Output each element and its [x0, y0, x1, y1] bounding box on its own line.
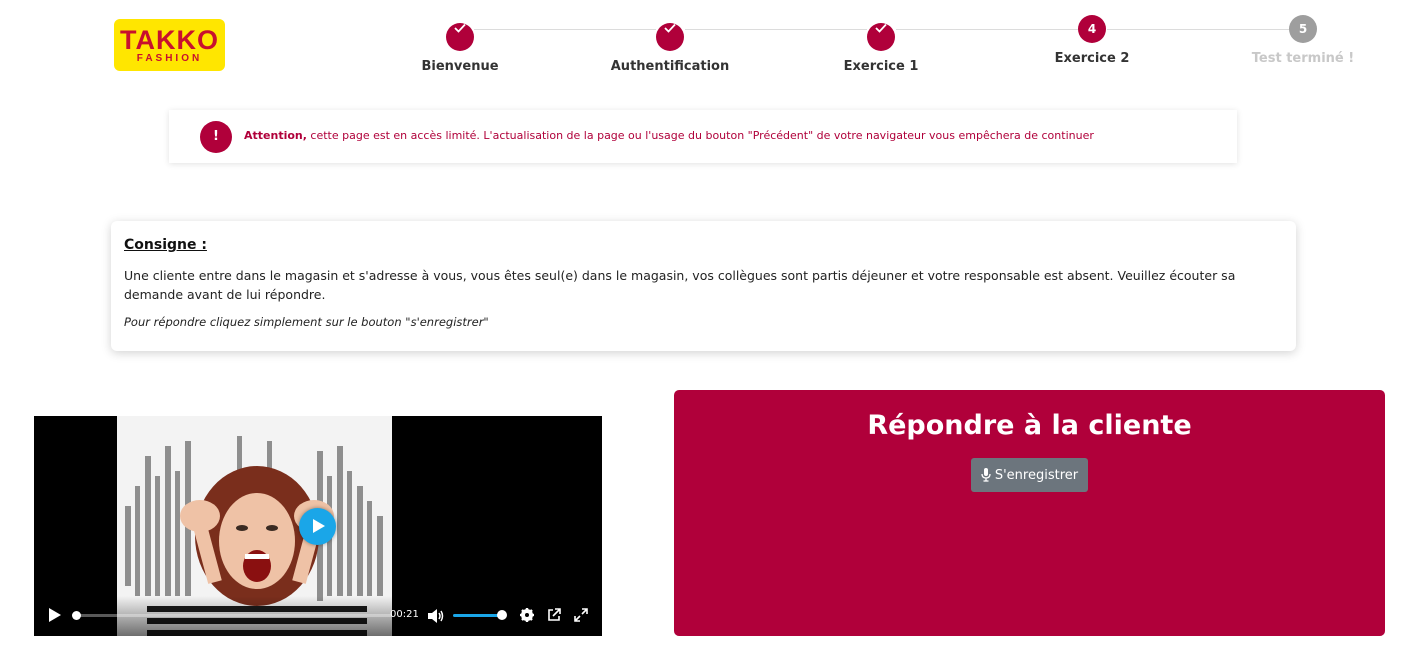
progress-bar[interactable] — [76, 614, 392, 617]
alert-strong: Attention, — [244, 129, 307, 142]
progress-handle[interactable] — [72, 611, 81, 620]
volume-handle[interactable] — [497, 610, 507, 620]
warning-alert: ! Attention, cette page est en accès lim… — [169, 110, 1237, 163]
alert-text: cette page est en accès limité. L'actual… — [306, 129, 1094, 142]
record-button[interactable]: S'enregistrer — [970, 458, 1089, 492]
video-time: 00:21 — [390, 609, 419, 620]
volume-icon[interactable] — [428, 609, 444, 623]
answer-title: Répondre à la cliente — [867, 410, 1192, 441]
play-overlay-button[interactable] — [299, 508, 336, 545]
record-label: S'enregistrer — [994, 467, 1079, 483]
answer-panel: Répondre à la cliente S'enregistrer — [674, 390, 1385, 636]
exclamation-icon: ! — [200, 121, 232, 153]
takko-logo: TAKKO FASHION — [114, 19, 225, 71]
volume-slider[interactable] — [453, 614, 501, 617]
step-test-termine: 5 Test terminé ! — [1223, 15, 1383, 66]
step-number: 5 — [1289, 15, 1317, 43]
check-icon — [446, 23, 474, 51]
popout-icon[interactable] — [547, 608, 561, 622]
microphone-icon — [981, 468, 991, 482]
play-button[interactable] — [49, 608, 61, 622]
step-label: Exercice 2 — [1054, 51, 1130, 66]
instructions-title: Consigne : — [124, 237, 207, 253]
step-authentification: Authentification — [590, 15, 750, 74]
step-label: Bienvenue — [421, 59, 499, 74]
logo-sub: FASHION — [136, 53, 203, 64]
check-icon — [656, 23, 684, 51]
video-player[interactable]: 00:21 — [34, 416, 602, 636]
step-exercice-2: 4 Exercice 2 — [1012, 15, 1172, 66]
step-label: Test terminé ! — [1251, 51, 1355, 66]
settings-icon[interactable] — [520, 608, 534, 622]
logo-brand: TAKKO — [120, 25, 219, 55]
play-icon — [313, 519, 325, 533]
fullscreen-icon[interactable] — [574, 608, 588, 622]
check-icon — [867, 23, 895, 51]
step-label: Authentification — [610, 59, 730, 74]
alert-message: Attention, cette page est en accès limit… — [244, 129, 1094, 142]
instructions-hint: Pour répondre cliquez simplement sur le … — [124, 315, 489, 329]
step-exercice-1: Exercice 1 — [801, 15, 961, 74]
instructions-body: Une cliente entre dans le magasin et s'a… — [124, 268, 1236, 302]
step-number: 4 — [1078, 15, 1106, 43]
step-label: Exercice 1 — [843, 59, 919, 74]
step-bienvenue: Bienvenue — [380, 15, 540, 74]
instructions-card: Consigne : Une cliente entre dans le mag… — [111, 221, 1296, 351]
